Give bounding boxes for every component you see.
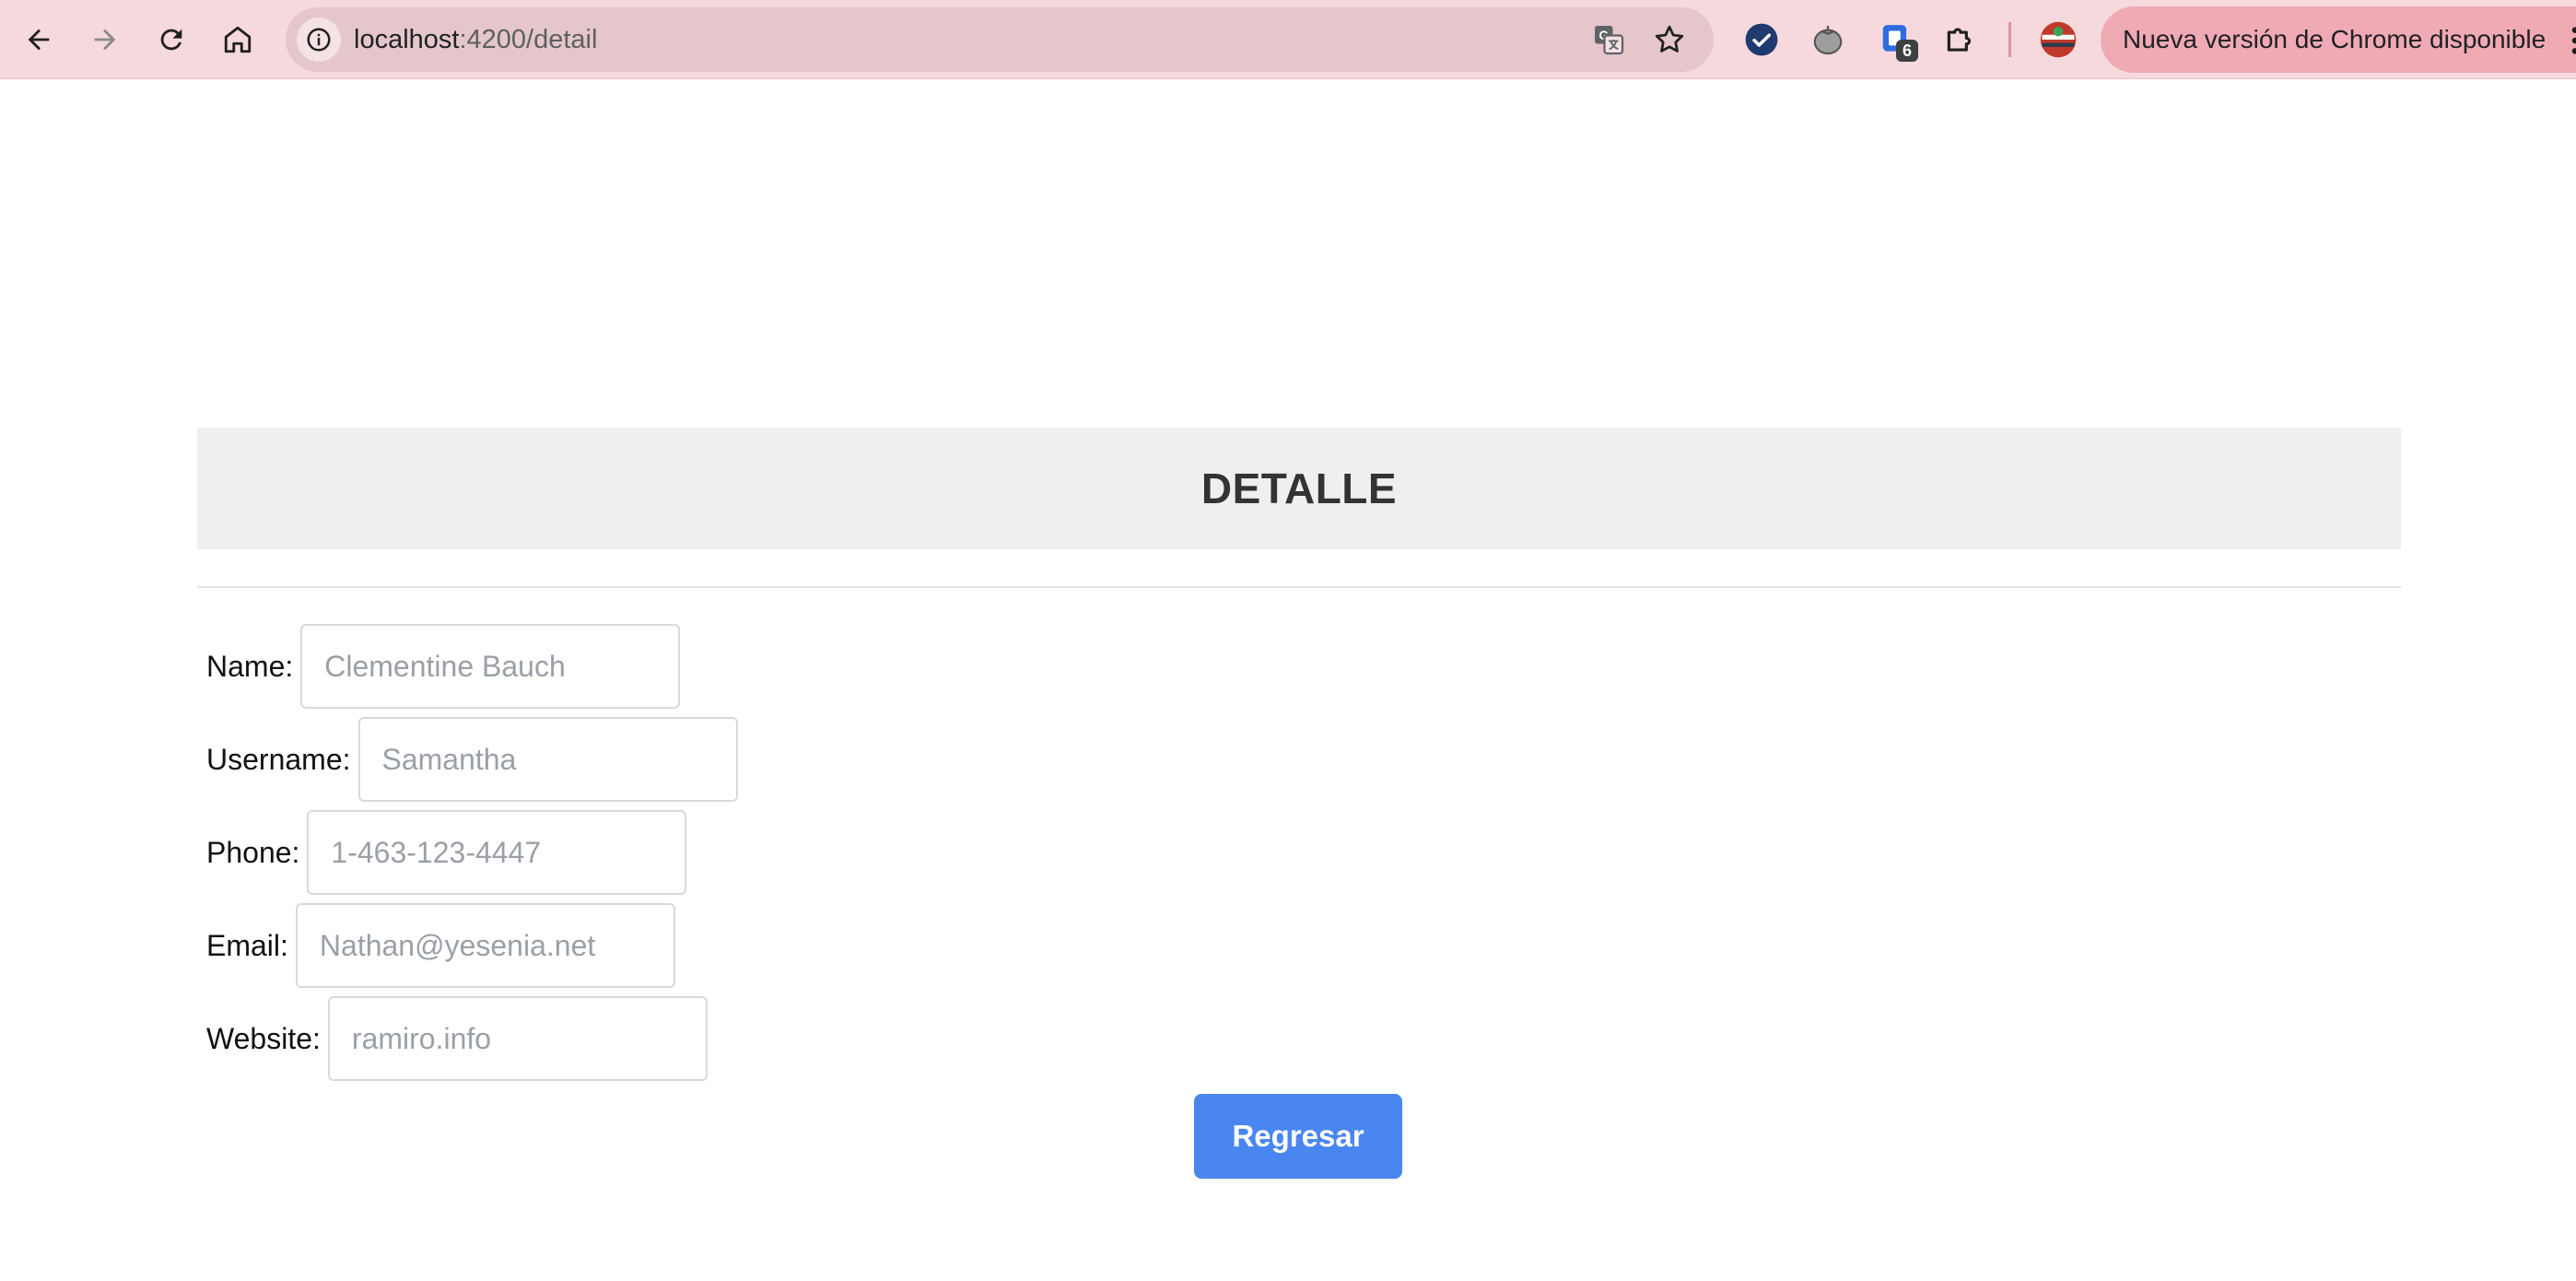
site-info-icon[interactable] bbox=[297, 18, 341, 62]
username-field[interactable] bbox=[357, 717, 738, 802]
url-text[interactable]: localhost:4200/detail bbox=[354, 7, 597, 72]
browser-toolbar: localhost:4200/detail G 6 Nueva versión … bbox=[0, 0, 2576, 79]
email-label: Email: bbox=[206, 928, 288, 962]
extension-badge: 6 bbox=[1896, 40, 1918, 62]
update-label: Nueva versión de Chrome disponible bbox=[2123, 25, 2547, 53]
email-field[interactable] bbox=[295, 903, 675, 988]
regresar-button[interactable]: Regresar bbox=[1194, 1094, 1402, 1179]
divider bbox=[197, 586, 2401, 588]
form-row-email: Email: bbox=[206, 903, 675, 988]
home-button[interactable] bbox=[208, 10, 267, 69]
page-title: DETALLE bbox=[1200, 464, 1398, 512]
back-button[interactable] bbox=[9, 10, 68, 69]
url-host: localhost bbox=[354, 25, 460, 54]
bookmark-star-icon[interactable] bbox=[1651, 21, 1688, 58]
username-label: Username: bbox=[206, 742, 351, 776]
phone-field[interactable] bbox=[307, 810, 687, 895]
phone-label: Phone: bbox=[206, 835, 300, 869]
form-row-name: Name: bbox=[206, 624, 681, 709]
forward-arrow-icon bbox=[94, 29, 116, 51]
form-row-phone: Phone: bbox=[206, 810, 687, 895]
back-arrow-icon bbox=[28, 29, 50, 51]
address-bar[interactable]: localhost:4200/detail G bbox=[286, 7, 1714, 72]
name-field[interactable] bbox=[300, 624, 681, 709]
website-field[interactable] bbox=[327, 996, 708, 1081]
badge-extension-icon[interactable]: 6 bbox=[1874, 18, 1918, 62]
profile-avatar-icon[interactable] bbox=[2036, 18, 2080, 62]
reload-button[interactable] bbox=[142, 10, 201, 69]
translate-icon[interactable]: G bbox=[1590, 21, 1627, 58]
page-header: DETALLE bbox=[197, 428, 2401, 549]
more-vert-icon[interactable] bbox=[2561, 25, 2576, 56]
home-icon bbox=[224, 26, 252, 53]
form-row-username: Username: bbox=[206, 717, 738, 802]
toolbar-separator bbox=[2008, 22, 2011, 57]
puzzle-extensions-icon[interactable] bbox=[1938, 18, 1983, 62]
website-label: Website: bbox=[206, 1021, 321, 1055]
url-path: :4200/detail bbox=[459, 25, 598, 54]
name-label: Name: bbox=[206, 649, 294, 683]
form-row-website: Website: bbox=[206, 996, 708, 1081]
checkmark-extension-icon[interactable] bbox=[1739, 18, 1784, 62]
tomato-extension-icon[interactable] bbox=[1806, 18, 1850, 62]
reload-icon bbox=[160, 29, 182, 51]
forward-button[interactable] bbox=[76, 10, 135, 69]
chrome-update-button[interactable]: Nueva versión de Chrome disponible bbox=[2101, 6, 2576, 73]
